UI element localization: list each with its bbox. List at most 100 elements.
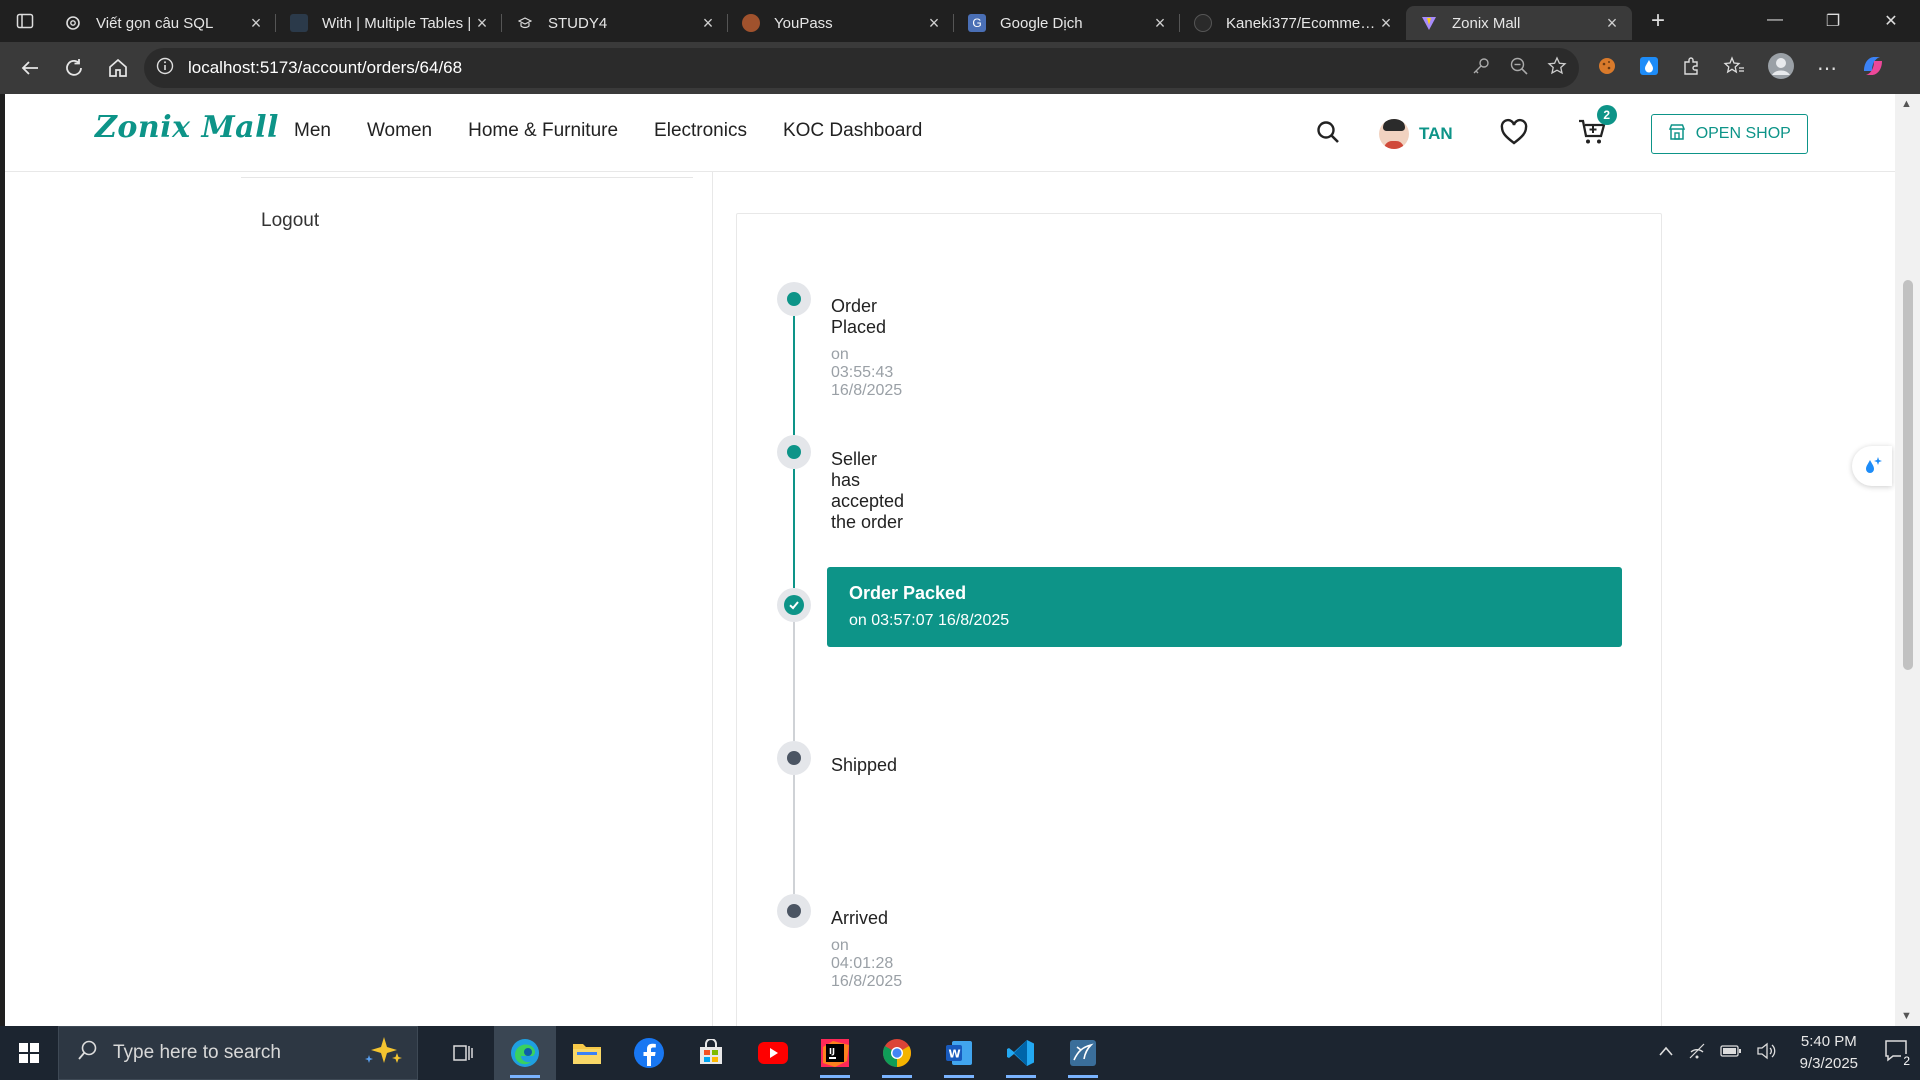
browser-tab[interactable]: YouPass × <box>728 6 954 40</box>
profile-avatar-icon[interactable] <box>1767 52 1795 85</box>
task-view-icon[interactable] <box>432 1026 494 1080</box>
file-explorer-icon[interactable] <box>556 1026 618 1080</box>
password-key-icon[interactable] <box>1471 56 1491 81</box>
close-tab-icon[interactable]: × <box>924 13 944 34</box>
network-icon[interactable] <box>1688 1042 1706 1065</box>
browser-tab-active[interactable]: Zonix Mall × <box>1406 6 1632 40</box>
zoom-out-icon[interactable] <box>1509 56 1529 81</box>
step-time: on 03:55:43 16/8/2025 <box>831 346 903 399</box>
more-menu-icon[interactable]: ⋯ <box>1817 56 1838 81</box>
browser-address-bar: localhost:5173/account/orders/64/68 ⋯ <box>0 42 1920 94</box>
nav-home-furniture[interactable]: Home & Furniture <box>468 120 618 142</box>
windows-taskbar: Type here to search IJ W 5:40 PM 9/3/202… <box>0 1026 1920 1080</box>
cookie-extension-icon[interactable] <box>1597 56 1617 81</box>
new-tab-button[interactable]: + <box>1638 7 1678 35</box>
favorites-icon[interactable] <box>1723 55 1745 81</box>
step-time: on 03:57:07 16/8/2025 <box>849 612 1010 629</box>
current-step-box: Order Packed on 03:57:07 16/8/2025 <box>827 567 1622 647</box>
step-title: Arrived <box>831 908 889 928</box>
dropper-extension-icon[interactable] <box>1639 56 1659 81</box>
close-window-icon[interactable]: ✕ <box>1862 11 1920 31</box>
taskbar-clock[interactable]: 5:40 PM 9/3/2025 <box>1800 1031 1858 1075</box>
scroll-up-icon[interactable]: ▲ <box>1901 98 1912 110</box>
browser-tab[interactable]: G Google Dịch × <box>954 6 1180 40</box>
nav-koc-dashboard[interactable]: KOC Dashboard <box>783 120 922 142</box>
youtube-icon[interactable] <box>742 1026 804 1080</box>
tab-title: Kaneki377/Ecommerce <box>1226 14 1376 32</box>
system-tray: 5:40 PM 9/3/2025 2 <box>1658 1031 1920 1075</box>
sidebar-divider <box>241 177 693 178</box>
site-logo[interactable]: Zonix Mall <box>95 110 279 145</box>
close-tab-icon[interactable]: × <box>1150 13 1170 34</box>
microsoft-store-icon[interactable] <box>680 1026 742 1080</box>
timeline-connector <box>793 775 795 894</box>
page-viewport: Zonix Mall Men Women Home & Furniture El… <box>5 94 1895 1026</box>
browser-tab[interactable]: Viết gọn câu SQL × <box>50 6 276 40</box>
scrollbar-thumb[interactable] <box>1903 280 1913 670</box>
browser-tab[interactable]: Kaneki377/Ecommerce × <box>1180 6 1406 40</box>
favorite-star-icon[interactable] <box>1547 55 1567 81</box>
tab-title: Zonix Mall <box>1452 14 1521 32</box>
timeline-connector <box>793 622 795 741</box>
youpass-icon <box>742 14 760 32</box>
notification-center-icon[interactable]: 2 <box>1884 1039 1912 1068</box>
show-hidden-icons-icon[interactable] <box>1658 1044 1674 1062</box>
notification-count: 2 <box>1901 1053 1912 1068</box>
timeline-connector <box>793 316 795 435</box>
open-shop-label: OPEN SHOP <box>1695 125 1791 142</box>
tab-title: Google Dịch <box>1000 14 1083 32</box>
scroll-down-icon[interactable]: ▼ <box>1901 1010 1912 1022</box>
tab-title: STUDY4 <box>548 14 608 32</box>
tab-title: YouPass <box>774 14 833 32</box>
page-scrollbar[interactable]: ▲ ▼ <box>1895 94 1920 1026</box>
user-menu[interactable]: TAN <box>1379 119 1453 149</box>
nav-women[interactable]: Women <box>367 120 432 142</box>
browser-tab[interactable]: STUDY4 × <box>502 6 728 40</box>
search-icon[interactable] <box>1315 119 1341 150</box>
restore-icon[interactable]: ❐ <box>1804 11 1862 31</box>
cart-icon[interactable]: 2 <box>1577 104 1617 152</box>
home-icon[interactable] <box>96 48 140 88</box>
extensions-puzzle-icon[interactable] <box>1681 56 1701 81</box>
sparkle-assistant-icon[interactable] <box>1852 446 1892 486</box>
step-title: Seller has accepted the order <box>831 449 905 532</box>
browser-tab[interactable]: With | Multiple Tables | × <box>276 6 502 40</box>
tab-title: Viết gọn câu SQL <box>96 14 214 32</box>
vite-icon <box>1420 14 1438 32</box>
taskbar-search[interactable]: Type here to search <box>58 1026 418 1080</box>
close-tab-icon[interactable]: × <box>698 13 718 34</box>
volume-icon[interactable] <box>1756 1042 1776 1065</box>
wishlist-heart-icon[interactable] <box>1499 118 1529 151</box>
svg-text:IJ: IJ <box>829 1047 835 1056</box>
close-tab-icon[interactable]: × <box>246 13 266 34</box>
tab-actions-icon[interactable] <box>0 0 50 42</box>
close-tab-icon[interactable]: × <box>1602 13 1622 34</box>
doc-icon <box>290 14 308 32</box>
intellij-idea-icon[interactable]: IJ <box>804 1026 866 1080</box>
mysql-workbench-icon[interactable] <box>1052 1026 1114 1080</box>
check-icon <box>784 595 804 615</box>
timeline-dot <box>777 435 811 469</box>
nav-electronics[interactable]: Electronics <box>654 120 747 142</box>
copilot-icon[interactable] <box>1860 53 1886 84</box>
logout-link[interactable]: Logout <box>261 210 319 232</box>
close-tab-icon[interactable]: × <box>1376 13 1396 34</box>
search-icon <box>77 1039 99 1067</box>
windows-start-icon[interactable] <box>0 1026 58 1080</box>
url-bar[interactable]: localhost:5173/account/orders/64/68 <box>144 48 1579 88</box>
cart-count-badge: 2 <box>1596 104 1617 125</box>
chrome-icon[interactable] <box>866 1026 928 1080</box>
back-icon[interactable] <box>8 48 52 88</box>
refresh-icon[interactable] <box>52 48 96 88</box>
word-icon[interactable]: W <box>928 1026 990 1080</box>
open-shop-button[interactable]: OPEN SHOP <box>1650 114 1808 154</box>
nav-men[interactable]: Men <box>294 120 331 142</box>
site-info-icon[interactable] <box>156 57 174 80</box>
facebook-icon[interactable] <box>618 1026 680 1080</box>
close-tab-icon[interactable]: × <box>472 13 492 34</box>
edge-browser-icon[interactable] <box>494 1026 556 1080</box>
timeline-dot <box>777 741 811 775</box>
battery-icon[interactable] <box>1719 1044 1742 1063</box>
minimize-icon[interactable]: — <box>1746 11 1804 31</box>
vscode-icon[interactable] <box>990 1026 1052 1080</box>
